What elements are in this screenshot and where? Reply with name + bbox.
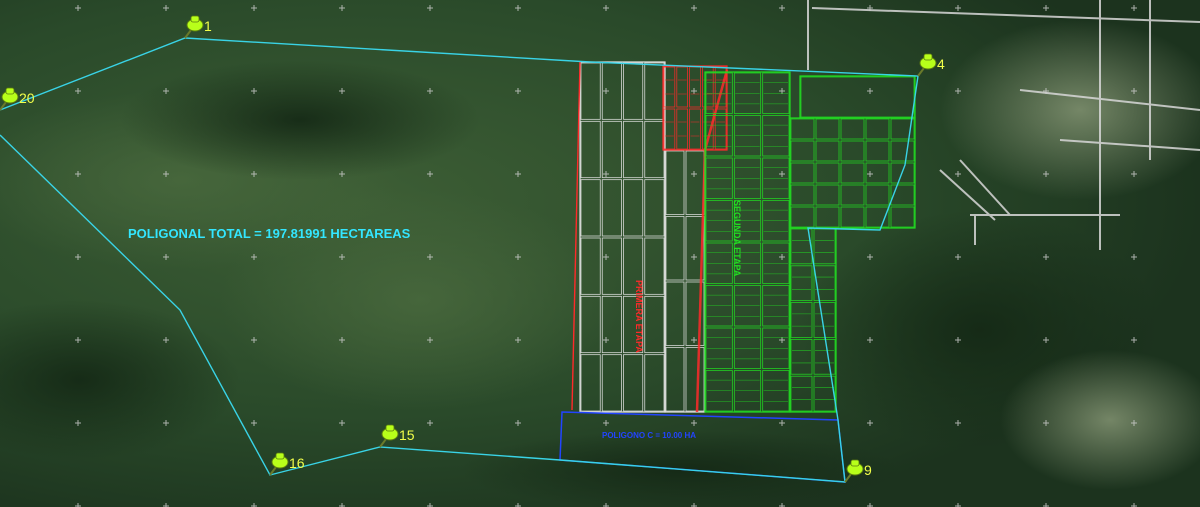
marker-label: 4 bbox=[937, 56, 945, 72]
polygon-c-label: POLIGONO C = 10.00 HA bbox=[602, 431, 696, 440]
total-area-label: POLIGONAL TOTAL = 197.81991 HECTAREAS bbox=[128, 226, 411, 241]
marker-label: 9 bbox=[864, 462, 872, 478]
marker-label: 20 bbox=[19, 90, 35, 106]
marker-label: 1 bbox=[204, 18, 212, 34]
satellite-map[interactable]: POLIGONAL TOTAL = 197.81991 HECTAREAS PO… bbox=[0, 0, 1200, 507]
green-zone-label: SEGUNDA ETAPA bbox=[732, 200, 742, 277]
map-canvas[interactable]: POLIGONAL TOTAL = 197.81991 HECTAREAS PO… bbox=[0, 0, 1200, 507]
red-zone-label: PRIMERA ETAPA bbox=[634, 280, 644, 353]
marker-label: 15 bbox=[399, 427, 415, 443]
marker-label: 16 bbox=[289, 455, 305, 471]
